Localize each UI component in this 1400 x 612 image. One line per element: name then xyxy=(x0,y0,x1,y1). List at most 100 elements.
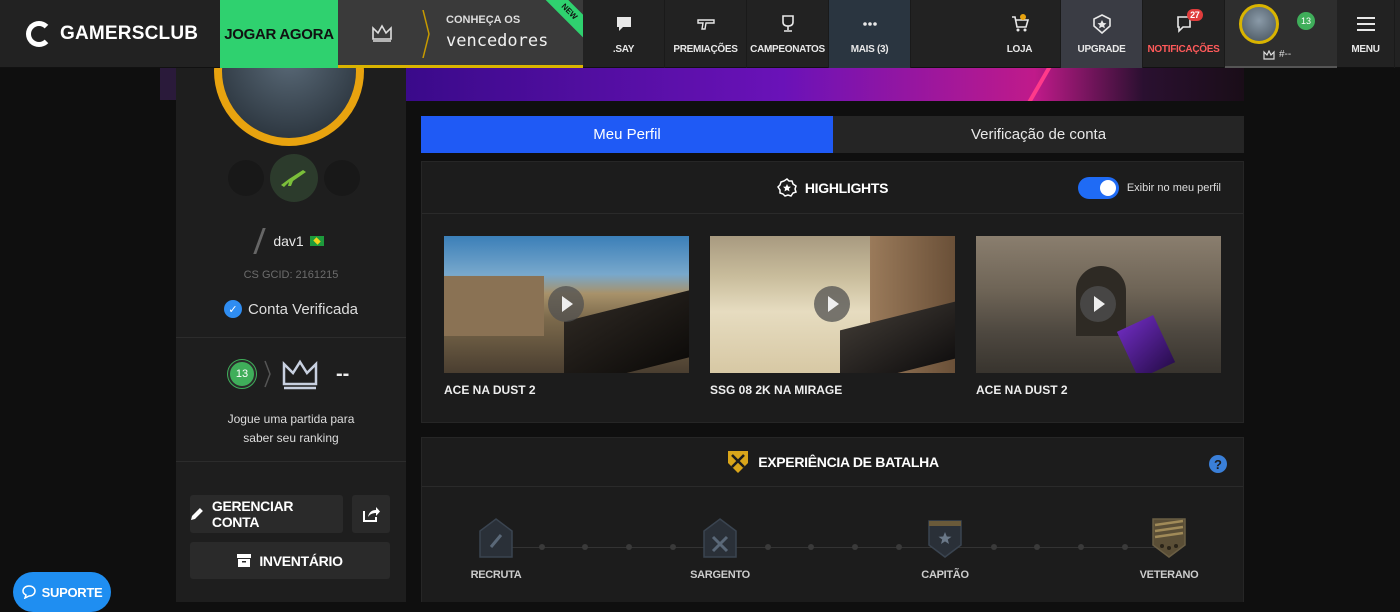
brand-logo[interactable]: GAMERSCLUB xyxy=(0,0,220,68)
captain-badge-icon xyxy=(928,520,962,558)
medal-rifle[interactable] xyxy=(270,154,318,202)
video-thumbnail[interactable] xyxy=(976,236,1221,373)
video-title: SSG 08 2K NA MIRAGE xyxy=(710,383,843,397)
progress-dot xyxy=(1122,544,1128,550)
video-title: ACE NA DUST 2 xyxy=(976,383,1068,397)
nav-premiacoes-label: PREMIAÇÕES xyxy=(673,43,738,55)
tab-meu-perfil[interactable]: Meu Perfil xyxy=(421,116,833,153)
battle-progress-track: RECRUTA SARGENTO CAPITÃO VETERANO xyxy=(422,487,1243,597)
menu-button[interactable]: MENU xyxy=(1337,0,1395,68)
trophy-icon xyxy=(781,14,794,32)
crown-icon xyxy=(282,359,318,390)
support-button[interactable]: SUPORTE xyxy=(13,572,111,612)
video-card[interactable]: ACE NA DUST 2 xyxy=(976,236,1221,397)
battle-experience-header: EXPERIÊNCIA DE BATALHA ? xyxy=(422,438,1243,487)
video-thumbnail[interactable] xyxy=(710,236,955,373)
user-rank-value: #-- xyxy=(1279,49,1292,60)
scene-wall xyxy=(444,276,544,336)
crown-icon xyxy=(1263,49,1275,60)
video-card[interactable]: SSG 08 2K NA MIRAGE xyxy=(710,236,955,397)
milestone-label: RECRUTA xyxy=(470,569,522,581)
nav-campeonatos[interactable]: CAMPEONATOS xyxy=(747,0,829,68)
profile-cover-banner xyxy=(406,68,1244,101)
divider xyxy=(176,337,406,338)
inventory-button[interactable]: INVENTÁRIO xyxy=(190,542,390,579)
play-icon[interactable] xyxy=(814,286,850,322)
share-icon xyxy=(363,507,380,522)
progress-dot xyxy=(896,544,902,550)
nav-loja[interactable]: LOJA xyxy=(979,0,1061,68)
milestone-label: SARGENTO xyxy=(690,569,750,581)
nav-loja-label: LOJA xyxy=(1006,43,1033,55)
highlights-videos: ACE NA DUST 2 SSG 08 2K NA MIRAGE ACE NA… xyxy=(422,214,1243,397)
profile-tabs: Meu Perfil Verificação de conta xyxy=(421,116,1244,153)
highlights-card: HIGHLIGHTS Exibir no meu perfil ACE NA D… xyxy=(421,161,1244,423)
chevron-right-icon xyxy=(264,360,271,388)
rank-message-line-1: Jogue uma partida para xyxy=(227,412,355,426)
sergeant-badge-icon xyxy=(703,518,737,558)
nav-notificacoes[interactable]: 27 NOTIFICAÇÕES xyxy=(1143,0,1225,68)
profile-nickname: dav1 xyxy=(273,233,304,249)
progress-dot xyxy=(670,544,676,550)
profile-nickname-row: dav1 xyxy=(176,228,406,254)
profile-cover-edge xyxy=(160,68,176,100)
top-navigation: GAMERSCLUB JOGAR AGORA CONHEÇA OS venced… xyxy=(0,0,1400,68)
battle-experience-card: EXPERIÊNCIA DE BATALHA ? RECRUTA SARGENT… xyxy=(421,437,1244,602)
milestone-recruta: RECRUTA xyxy=(456,517,536,581)
nav-upgrade-label: UPGRADE xyxy=(1077,43,1126,55)
more-dots-icon xyxy=(862,21,877,26)
show-on-profile-toggle[interactable] xyxy=(1077,177,1119,199)
nav-premiacoes[interactable]: PREMIAÇÕES xyxy=(665,0,747,68)
verified-check-icon: ✓ xyxy=(223,300,242,318)
progress-line xyxy=(496,547,1169,548)
hamburger-menu-icon xyxy=(1356,16,1375,31)
nav-campeonatos-label: CAMPEONATOS xyxy=(750,43,825,55)
show-on-profile-label: Exibir no meu perfil xyxy=(1126,182,1221,194)
nav-upgrade[interactable]: UPGRADE xyxy=(1061,0,1143,68)
rank-message-line-2: saber seu ranking xyxy=(243,431,339,445)
progress-dot xyxy=(539,544,545,550)
play-icon[interactable] xyxy=(1080,286,1116,322)
bell-icon: 27 xyxy=(1174,8,1203,34)
nav-mais-label: MAIS (3) xyxy=(850,43,889,55)
profile-sidebar: dav1 CS GCID: 2161215 ✓ Conta Verificada… xyxy=(176,38,406,602)
play-icon[interactable] xyxy=(548,286,584,322)
help-icon[interactable]: ? xyxy=(1209,455,1227,473)
chat-icon xyxy=(616,16,631,31)
nav-mais[interactable]: MAIS (3) xyxy=(829,0,911,68)
progress-dot xyxy=(626,544,632,550)
promo-line-1: CONHEÇA OS xyxy=(446,14,521,26)
progress-dot xyxy=(808,544,814,550)
level-badge: 13 xyxy=(227,359,257,389)
brazil-flag-icon xyxy=(309,236,324,246)
medal-slot[interactable] xyxy=(324,160,360,196)
nav-say[interactable]: .SAY xyxy=(583,0,665,68)
promo-line-2: vencedores xyxy=(446,31,549,51)
medal-slot[interactable] xyxy=(228,160,264,196)
upgrade-shield-icon xyxy=(1092,13,1111,34)
chat-bubble-icon xyxy=(21,585,36,599)
user-rank: #-- xyxy=(1263,49,1291,60)
play-now-button[interactable]: JOGAR AGORA xyxy=(220,0,338,68)
tab-verificacao[interactable]: Verificação de conta xyxy=(833,116,1244,153)
share-profile-button[interactable] xyxy=(352,495,390,533)
promo-winners-banner[interactable]: CONHEÇA OS vencedores NEW xyxy=(338,0,583,68)
user-level-badge: 13 xyxy=(1297,12,1315,30)
support-label: SUPORTE xyxy=(41,584,103,600)
user-profile-menu[interactable]: 13 #-- xyxy=(1225,0,1337,68)
notification-count-badge: 27 xyxy=(1187,8,1203,21)
milestone-veterano: VETERANO xyxy=(1129,517,1209,581)
avatar xyxy=(1239,4,1279,44)
video-card[interactable]: ACE NA DUST 2 xyxy=(444,236,689,397)
milestone-capitao: CAPITÃO xyxy=(905,517,985,581)
pencil-icon xyxy=(190,508,203,520)
manage-account-label: GERENCIAR CONTA xyxy=(211,498,294,530)
manage-account-button[interactable]: GERENCIAR CONTA xyxy=(190,495,343,533)
banner-decoration xyxy=(1023,68,1053,101)
slash-divider xyxy=(253,228,267,254)
video-thumbnail[interactable] xyxy=(444,236,689,373)
verified-account: ✓ Conta Verificada xyxy=(176,300,406,318)
ranking-row: 13 -- xyxy=(227,358,349,390)
nav-say-label: .SAY xyxy=(612,43,635,55)
